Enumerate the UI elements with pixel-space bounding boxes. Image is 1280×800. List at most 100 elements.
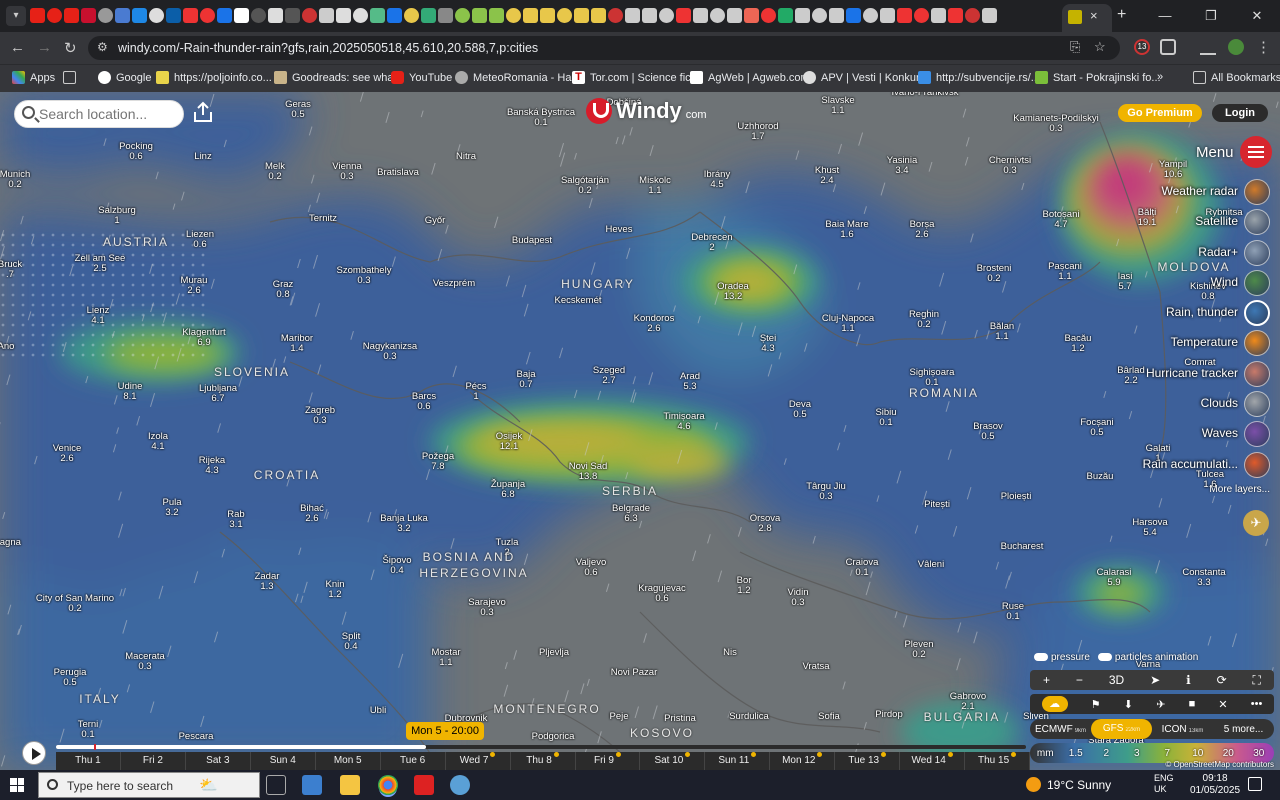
pinned-tab-icon[interactable] (115, 8, 130, 23)
city-label[interactable]: Melk 0.2 (265, 162, 285, 182)
city-label[interactable]: Valjevo 0.6 (576, 558, 606, 578)
city-label[interactable]: Târgu Jiu 0.3 (806, 482, 846, 502)
pinned-tab-icon[interactable] (931, 8, 946, 23)
city-label[interactable]: Yasinia 3.4 (887, 156, 917, 176)
taskbar-clock[interactable]: 09:18 01/05/2025 (1190, 773, 1240, 797)
bookmark-poljoinfo[interactable]: https://poljoinfo.co... (156, 71, 272, 84)
timeline-day[interactable]: Wed 7 (446, 752, 511, 770)
city-label[interactable]: Brasov 0.5 (973, 422, 1003, 442)
new-tab-button[interactable]: + (1117, 6, 1126, 24)
zoom-out-button[interactable]: − (1076, 673, 1083, 687)
layer-radar[interactable]: Radar+ (1110, 237, 1270, 267)
media-control-icon[interactable] (1200, 39, 1216, 55)
timeline-day[interactable]: Wed 14 (900, 752, 966, 770)
city-label[interactable]: Bacău 1.2 (1065, 334, 1092, 354)
city-label[interactable]: Nis (723, 648, 737, 658)
pinned-tab-icon[interactable] (370, 8, 385, 23)
layer-wind[interactable]: Wind (1110, 267, 1270, 297)
pinned-tab-icon[interactable] (353, 8, 368, 23)
city-label[interactable]: City of San Marino 0.2 (36, 594, 114, 614)
city-label[interactable]: Uzhhorod 1.7 (737, 122, 778, 142)
bookmark-goodreads[interactable]: Goodreads: see wha... (274, 71, 403, 84)
city-label[interactable]: Heves (606, 225, 633, 235)
city-label[interactable]: Kragujevac 0.6 (638, 584, 686, 604)
city-label[interactable]: Bihać 2.6 (300, 504, 324, 524)
tab-search-dropdown[interactable]: ▾ (6, 6, 26, 26)
city-label[interactable]: Pirdop (875, 710, 902, 720)
pinned-tab-icon[interactable] (812, 8, 827, 23)
pinned-tab-icon[interactable] (591, 8, 606, 23)
city-label[interactable]: Rijeka 4.3 (199, 456, 225, 476)
city-label[interactable]: Brosteni 0.2 (977, 264, 1012, 284)
city-label[interactable]: Chernivtsi 0.3 (989, 156, 1031, 176)
pinned-tab-icon[interactable] (438, 8, 453, 23)
pinned-tab-icon[interactable] (336, 8, 351, 23)
city-label[interactable]: Mostar 1.1 (431, 648, 460, 668)
city-label[interactable]: Sibiu 0.1 (875, 408, 896, 428)
layer-temperature[interactable]: Temperature (1110, 327, 1270, 357)
chrome-menu-icon[interactable]: ⋮ (1256, 38, 1271, 56)
bookmark-tor[interactable]: T Tor.com | Science fic... (572, 71, 700, 84)
pinned-tab-icon[interactable] (472, 8, 487, 23)
pinned-tab-icon[interactable] (846, 8, 861, 23)
city-label[interactable]: Bruck .7 (0, 260, 22, 280)
pinned-tab-icon[interactable] (268, 8, 283, 23)
pinned-tab-icon[interactable] (897, 8, 912, 23)
timeline-day[interactable]: Fri 2 (121, 752, 186, 770)
pinned-tab-icon[interactable] (30, 8, 45, 23)
city-label[interactable]: Veszprém (433, 279, 475, 289)
weather-picker-icon[interactable]: ☁ (1041, 696, 1068, 712)
share-icon[interactable] (192, 101, 214, 123)
install-app-icon[interactable]: ⎘ (1070, 39, 1080, 55)
airport-picker-icon[interactable]: ✈ (1156, 698, 1165, 711)
login-button[interactable]: Login (1212, 104, 1268, 122)
city-label[interactable]: Miskolc 1.1 (639, 176, 671, 196)
city-label[interactable]: Salzburg 1 (98, 206, 136, 226)
city-label[interactable]: Udine 8.1 (118, 382, 143, 402)
city-label[interactable]: Salgótarján 0.2 (561, 176, 609, 196)
refresh-icon[interactable]: ⟳ (1217, 673, 1227, 687)
city-label[interactable]: Kecskemét (555, 296, 602, 306)
bookmark-subvencije[interactable]: http://subvencije.rs/... (918, 71, 1040, 84)
layer-rain-thunder[interactable]: Rain, thunder (1110, 297, 1270, 327)
taskbar-search[interactable]: Type here to search ⛅ (38, 772, 260, 798)
close-window-button[interactable]: ✕ (1234, 0, 1280, 32)
city-label[interactable]: Ibrány 4.5 (704, 170, 730, 190)
layer-weather-radar[interactable]: Weather radar (1110, 176, 1270, 206)
pinned-tab-icon[interactable] (625, 8, 640, 23)
city-label[interactable]: Pitești (924, 500, 950, 510)
chrome-taskbar-icon[interactable] (378, 775, 398, 795)
pinned-tab-icon[interactable] (421, 8, 436, 23)
city-label[interactable]: Bratislava (377, 168, 419, 178)
more-layers-link[interactable]: More layers... (1209, 484, 1270, 495)
city-label[interactable]: Belgrade 6.3 (612, 504, 650, 524)
city-label[interactable]: Požega 7.8 (422, 452, 454, 472)
city-label[interactable]: Pristina (664, 714, 696, 724)
city-label[interactable]: Pécs 1 (465, 382, 486, 402)
timeline-current-time[interactable]: Mon 5 - 20:00 (406, 722, 484, 740)
pinned-tab-icon[interactable] (200, 8, 215, 23)
city-label[interactable]: Sofia (818, 712, 840, 722)
outlook-icon[interactable] (302, 775, 322, 795)
city-label[interactable]: Zadar 1.3 (255, 572, 280, 592)
city-label[interactable]: Bucharest (1001, 542, 1044, 552)
pinned-tab-icon[interactable] (217, 8, 232, 23)
layer-clouds[interactable]: Clouds (1110, 388, 1270, 418)
city-label[interactable]: Pula 3.2 (162, 498, 181, 518)
reload-icon[interactable]: ↻ (64, 39, 77, 57)
city-label[interactable]: Reghin 0.2 (909, 310, 939, 330)
pinned-tab-icon[interactable] (64, 8, 79, 23)
city-label[interactable]: Sighișoara 0.1 (910, 368, 955, 388)
timeline-day[interactable]: Sat 10 (640, 752, 706, 770)
city-label[interactable]: Ploiești (1001, 492, 1032, 502)
city-label[interactable]: Ternitz (309, 214, 337, 224)
timeline-day[interactable]: Tue 6 (381, 752, 446, 770)
city-label[interactable]: Geras 0.5 (285, 100, 311, 120)
city-label[interactable]: Cluj-Napoca 1.1 (822, 314, 874, 334)
city-label[interactable]: Murau 2.6 (181, 276, 208, 296)
pinned-tab-icon[interactable] (608, 8, 623, 23)
pinned-tab-icon[interactable] (982, 8, 997, 23)
city-label[interactable]: Šipovo 0.4 (382, 556, 411, 576)
tab-groups-icon[interactable] (63, 71, 76, 84)
pinned-tab-icon[interactable] (132, 8, 147, 23)
